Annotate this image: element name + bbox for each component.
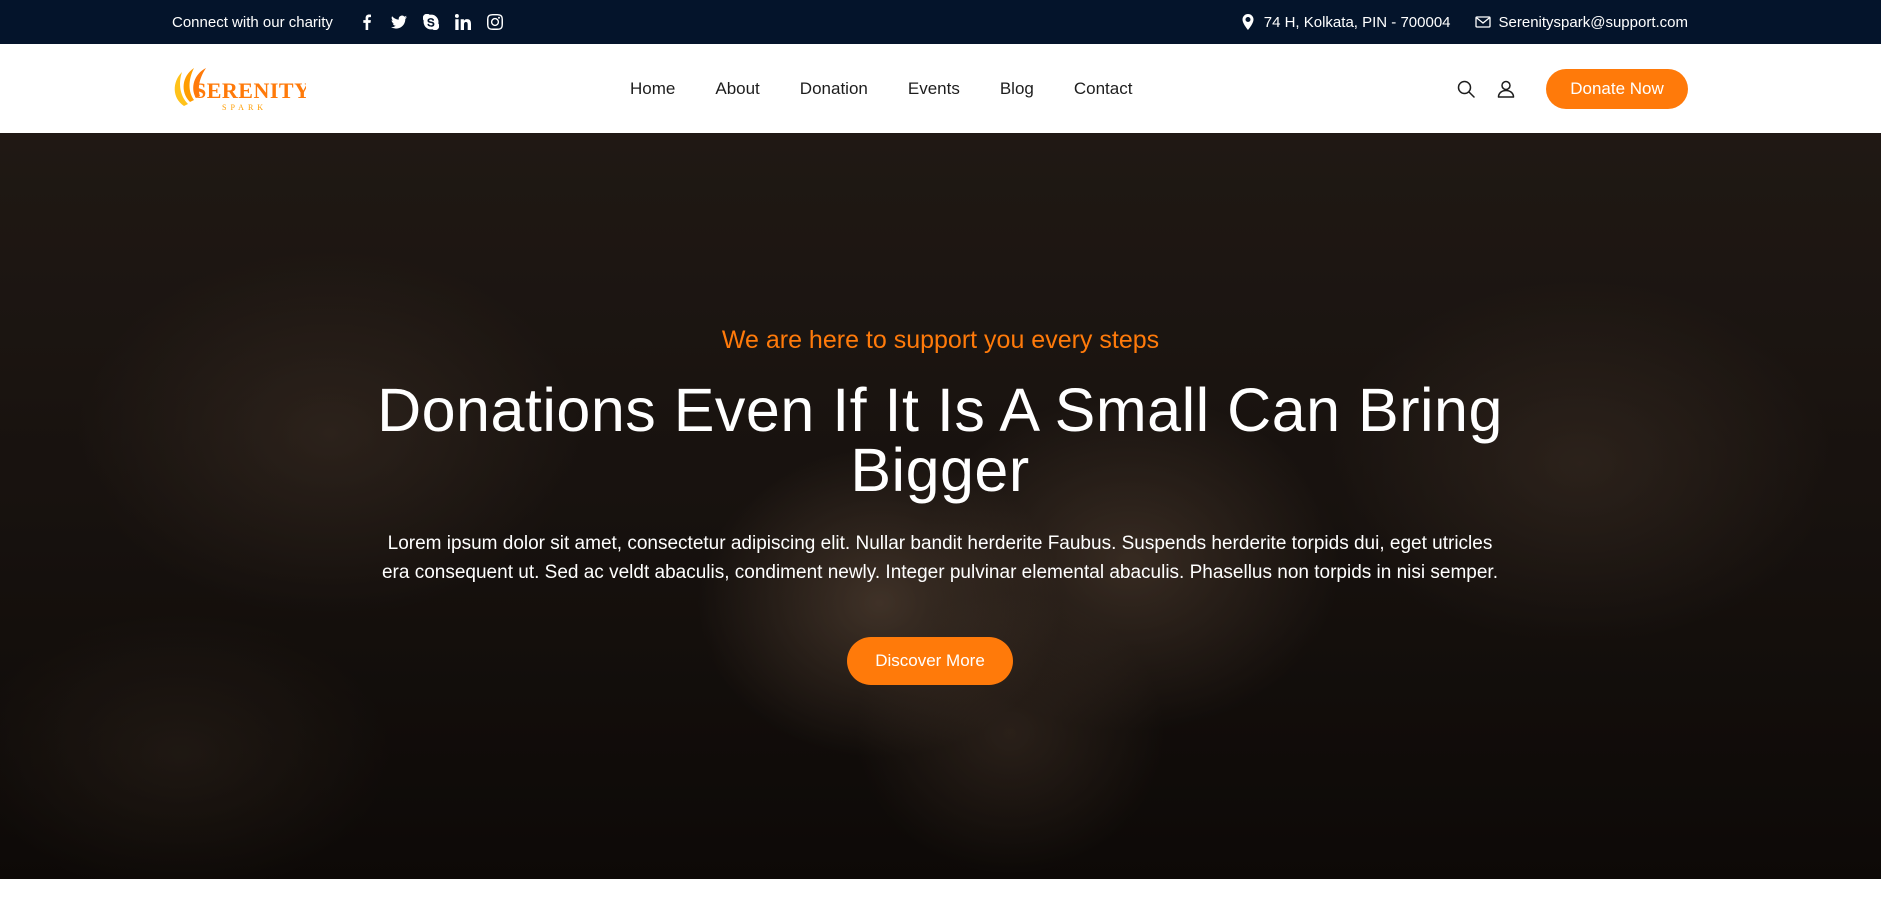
social-links — [359, 14, 503, 30]
address-item: 74 H, Kolkata, PIN - 700004 — [1240, 14, 1451, 31]
email-item[interactable]: Serenityspark@support.com — [1474, 14, 1688, 31]
discover-more-button[interactable]: Discover More — [847, 637, 1013, 685]
top-bar-tagline: Connect with our charity — [172, 13, 333, 31]
main-nav: Home About Donation Events Blog Contact — [630, 44, 1132, 133]
linkedin-icon[interactable] — [454, 14, 471, 30]
top-bar: Connect with our charity 74 H, Kolkata, … — [0, 0, 1881, 44]
nav-blog[interactable]: Blog — [1000, 79, 1034, 99]
address-text: 74 H, Kolkata, PIN - 700004 — [1263, 13, 1451, 31]
nav-donation[interactable]: Donation — [800, 79, 868, 99]
instagram-icon[interactable] — [486, 14, 503, 30]
hero-background-image — [0, 133, 1881, 879]
top-bar-right: 74 H, Kolkata, PIN - 700004 Serenityspar… — [1240, 14, 1688, 31]
svg-text:SPARK: SPARK — [222, 103, 267, 112]
top-bar-left: Connect with our charity — [172, 14, 503, 31]
facebook-icon[interactable] — [359, 14, 375, 30]
email-text[interactable]: Serenityspark@support.com — [1499, 14, 1688, 31]
skype-icon[interactable] — [422, 14, 439, 30]
location-pin-icon — [1242, 14, 1254, 30]
svg-text:SERENITY: SERENITY — [194, 78, 306, 103]
twitter-icon[interactable] — [390, 14, 407, 30]
hero-section: We are here to support you every steps D… — [0, 133, 1881, 879]
header-actions: Donate Now — [1456, 44, 1688, 133]
user-icon[interactable] — [1496, 79, 1516, 99]
serenity-spark-logo[interactable]: SERENITY SPARK — [170, 62, 306, 114]
envelope-icon — [1474, 16, 1491, 28]
nav-events[interactable]: Events — [908, 79, 960, 99]
main-header: SERENITY SPARK Home About Donation Event… — [0, 44, 1881, 133]
hero-title: Donations Even If It Is A Small Can Brin… — [377, 376, 1503, 504]
nav-about[interactable]: About — [715, 79, 759, 99]
hero-description: Lorem ipsum dolor sit amet, consectetur … — [381, 533, 1498, 583]
top-bar-inner: Connect with our charity 74 H, Kolkata, … — [172, 0, 1688, 44]
nav-home[interactable]: Home — [630, 79, 675, 99]
nav-contact[interactable]: Contact — [1074, 79, 1133, 99]
search-icon[interactable] — [1456, 79, 1476, 99]
hero-subtitle: We are here to support you every steps — [721, 326, 1160, 354]
donate-now-button[interactable]: Donate Now — [1546, 68, 1688, 109]
